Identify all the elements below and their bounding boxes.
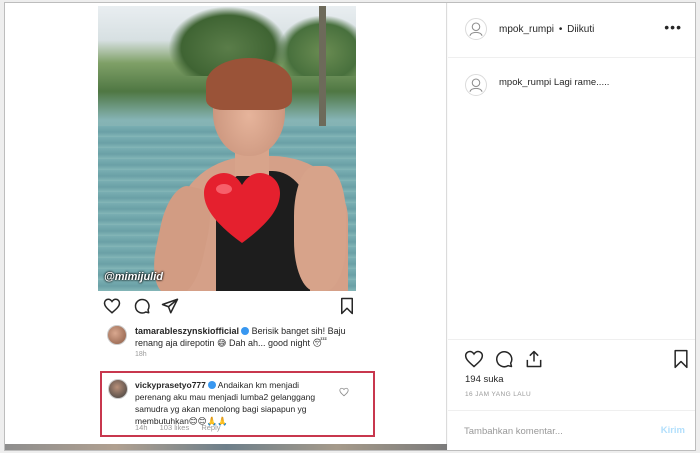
comment-input[interactable]: [464, 423, 639, 439]
caption-username[interactable]: mpok_rumpi: [499, 77, 551, 88]
comment-username[interactable]: tamarableszynskiofficial: [135, 326, 239, 336]
photo-watermark: @mimijulid: [104, 271, 164, 283]
caption-text-block: mpok_rumpi Lagi rame.....: [499, 77, 609, 88]
more-options-icon[interactable]: •••: [664, 19, 682, 35]
cropped-next-row: [5, 444, 447, 450]
comment-username[interactable]: vickyprasetyo777: [135, 380, 206, 390]
caption-avatar[interactable]: [465, 74, 487, 96]
comment-meta: 14h 103 likes Reply: [135, 423, 231, 432]
comment-time: 18h: [135, 351, 147, 358]
post-actions: 194 suka 16 JAM YANG LALU Kirim: [448, 339, 695, 450]
comment-likes[interactable]: 103 likes: [160, 423, 190, 432]
person-arm: [294, 166, 346, 291]
bookmark-icon[interactable]: [671, 349, 691, 369]
share-icon[interactable]: [161, 297, 179, 315]
comment-text-block: tamarableszynskiofficial Berisik banget …: [135, 325, 373, 349]
post-author: mpok_rumpi • Diikuti: [499, 24, 594, 35]
like-heart-icon[interactable]: [464, 349, 484, 369]
comment-time: 14h: [135, 423, 148, 432]
post-sidebar: mpok_rumpi • Diikuti ••• mpok_rumpi Lagi…: [448, 3, 695, 450]
comment-text-block: vickyprasetyo777 Andaikan km menjadi per…: [135, 379, 335, 427]
verified-badge-icon: [207, 381, 216, 389]
verified-badge-icon: [241, 327, 250, 335]
heart-emoji-icon: [202, 171, 282, 251]
comment-like-icon[interactable]: [339, 387, 349, 397]
avatar[interactable]: [108, 379, 128, 399]
heart-icon[interactable]: [103, 297, 121, 315]
post-timestamp: 16 JAM YANG LALU: [465, 391, 532, 398]
reply-link[interactable]: Reply: [201, 423, 220, 432]
separator-dot: •: [558, 24, 563, 35]
window-frame: @mimijulid tamarableszynskiofficial Beri…: [4, 2, 696, 451]
person-hair: [206, 58, 292, 110]
author-username[interactable]: mpok_rumpi: [499, 24, 554, 35]
embedded-action-bar: [103, 297, 355, 317]
palm-tree: [278, 16, 356, 76]
post-header: mpok_rumpi • Diikuti •••: [448, 3, 695, 58]
palm-trunk: [319, 6, 326, 126]
send-comment-button[interactable]: Kirim: [661, 425, 685, 436]
share-upload-icon[interactable]: [524, 349, 544, 369]
caption-text: Lagi rame.....: [553, 77, 610, 88]
highlighted-comment: vickyprasetyo777 Andaikan km menjadi per…: [100, 371, 375, 437]
embedded-post-image[interactable]: @mimijulid tamarableszynskiofficial Beri…: [5, 3, 447, 450]
add-comment-bar: Kirim: [448, 410, 695, 450]
bookmark-icon[interactable]: [338, 297, 356, 315]
comment-icon[interactable]: [494, 349, 514, 369]
avatar[interactable]: [107, 325, 127, 345]
comment-icon[interactable]: [133, 297, 151, 315]
likes-count[interactable]: 194 suka: [465, 374, 504, 385]
profile-avatar[interactable]: [465, 18, 487, 40]
follow-status[interactable]: Diikuti: [567, 24, 594, 35]
